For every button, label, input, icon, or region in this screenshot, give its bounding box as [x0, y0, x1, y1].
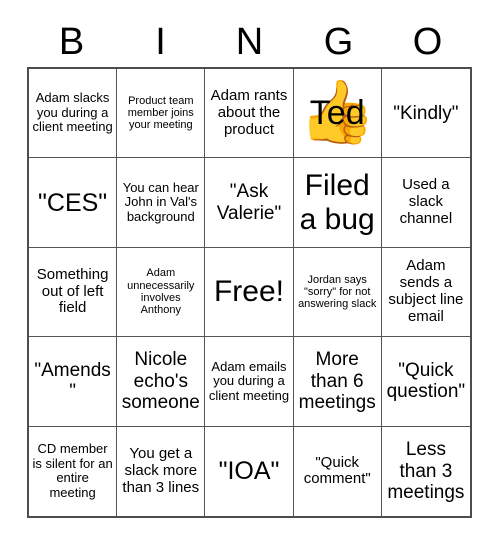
- bingo-cell-label: Nicole echo's someone: [121, 349, 200, 414]
- bingo-cell-label: Adam slacks you during a client meeting: [32, 90, 113, 135]
- bingo-cell[interactable]: Adam sends a subject line email: [381, 247, 470, 338]
- bingo-cell[interactable]: Used a slack channel: [381, 158, 470, 248]
- bingo-cell-label: CD member is silent for an entire meetin…: [32, 441, 113, 500]
- bingo-cell-label: "Kindly": [393, 102, 459, 124]
- bingo-cell[interactable]: Filed a bug: [293, 158, 382, 248]
- bingo-header-letter-g: G: [323, 21, 354, 63]
- bingo-cell[interactable]: CD member is silent for an entire meetin…: [29, 426, 118, 516]
- bingo-cell[interactable]: Less than 3 meetings: [381, 426, 470, 516]
- bingo-cell[interactable]: Adam unnecessarily involves Anthony: [117, 247, 206, 338]
- bingo-cell[interactable]: 👍 Ted: [293, 69, 382, 159]
- bingo-cell-label: Something out of left field: [36, 265, 109, 317]
- bingo-cell[interactable]: You can hear John in Val's background: [117, 158, 206, 248]
- bingo-header-letter-i: I: [155, 21, 166, 63]
- bingo-cell-label: "Quick comment": [303, 453, 371, 488]
- bingo-cell[interactable]: "CES": [29, 158, 118, 248]
- bingo-cell[interactable]: "Amends": [29, 337, 118, 427]
- bingo-cell-label: Adam rants about the product: [210, 87, 288, 138]
- bingo-cell[interactable]: Nicole echo's someone: [117, 337, 206, 427]
- bingo-cell-label: "IOA": [218, 457, 280, 486]
- bingo-cell-label: "Ask Valerie": [216, 181, 282, 224]
- bingo-header-letter-o: O: [412, 21, 443, 63]
- bingo-cell-label: "Amends": [34, 360, 111, 403]
- bingo-header-letter-b: B: [58, 21, 85, 63]
- bingo-cell-label: Adam sends a subject line email: [388, 257, 464, 325]
- bingo-cell[interactable]: Adam rants about the product: [205, 69, 294, 159]
- bingo-cell-label: Product team member joins your meeting: [127, 94, 194, 132]
- bingo-cell[interactable]: Product team member joins your meeting: [117, 69, 206, 159]
- bingo-cell-label: Adam unnecessarily involves Anthony: [127, 267, 195, 317]
- bingo-grid: Adam slacks you during a client meeting P…: [27, 67, 472, 518]
- bingo-cell[interactable]: Free!: [205, 247, 294, 338]
- bingo-header-letter-n: N: [235, 21, 264, 63]
- bingo-cell-label: Adam emails you during a client meeting: [208, 358, 290, 403]
- bingo-cell-label: You get a slack more than 3 lines: [122, 445, 200, 496]
- bingo-cell-emoji-wrap: 👍 Ted: [297, 71, 378, 155]
- bingo-cell[interactable]: Adam emails you during a client meeting: [205, 337, 294, 427]
- bingo-cell-label: Used a slack channel: [399, 176, 453, 227]
- bingo-cell[interactable]: Jordan says "sorry" for not answering sl…: [293, 247, 382, 338]
- bingo-cell[interactable]: Something out of left field: [29, 247, 118, 338]
- bingo-cell[interactable]: "Ask Valerie": [205, 158, 294, 248]
- bingo-header: BINGO: [27, 18, 472, 66]
- bingo-cell[interactable]: You get a slack more than 3 lines: [117, 426, 206, 516]
- bingo-cell[interactable]: "IOA": [205, 426, 294, 516]
- bingo-cell-label: Less than 3 meetings: [387, 439, 465, 503]
- bingo-cell-label: "Quick question": [386, 360, 466, 403]
- bingo-cell-label: "CES": [38, 188, 108, 217]
- bingo-cell-label: You can hear John in Val's background: [122, 179, 199, 224]
- bingo-cell-label: Jordan says "sorry" for not answering sl…: [298, 273, 377, 311]
- bingo-cell-label: Filed a bug: [299, 169, 375, 236]
- bingo-cell-label: More than 6 meetings: [298, 349, 376, 414]
- bingo-cell-label: Free!: [213, 275, 284, 309]
- bingo-cell-label: Ted: [309, 94, 365, 133]
- bingo-cell[interactable]: Adam slacks you during a client meeting: [29, 69, 118, 159]
- bingo-cell[interactable]: "Quick comment": [293, 426, 382, 516]
- bingo-cell[interactable]: "Kindly": [381, 69, 470, 159]
- bingo-card: B I N G O Adam slacks you during a client me…: [0, 0, 500, 544]
- bingo-cell[interactable]: "Quick question": [381, 337, 470, 427]
- bingo-cell[interactable]: More than 6 meetings: [293, 337, 382, 427]
